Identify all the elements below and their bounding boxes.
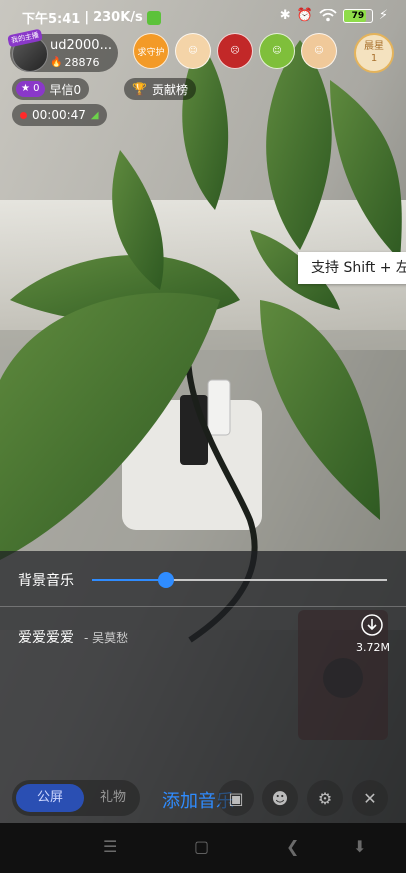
home-icon[interactable]: ▢ xyxy=(194,837,209,856)
viewer-avatar[interactable]: ☺ xyxy=(301,33,337,69)
song-artist: - 吴莫愁 xyxy=(84,631,129,645)
star-icon: ★ xyxy=(21,83,30,94)
live-timer-pill: 00:00:47 ◢ xyxy=(12,104,107,126)
host-score: 🔥 28876 xyxy=(50,56,99,69)
spider-mask-icon: ☹ xyxy=(230,46,240,56)
alarm-icon: ⏰ xyxy=(296,8,313,23)
star-pill[interactable]: ★ 0 早信0 xyxy=(12,78,90,100)
charging-icon: ⚡ xyxy=(378,8,388,23)
star-label: 早信0 xyxy=(49,82,82,97)
app-badge-icon xyxy=(146,10,161,25)
status-bar: 下午5:41 | 230K/s ✱ ⏰ 79 ⚡ xyxy=(0,0,406,34)
gift-tab[interactable]: 礼物 xyxy=(90,784,136,812)
panel-divider xyxy=(0,606,406,607)
contribution-button[interactable]: 🏆 贡献榜 xyxy=(124,78,196,100)
record-dot-icon xyxy=(20,111,27,119)
volume-slider[interactable] xyxy=(92,572,387,588)
mic-icon: ▣ xyxy=(228,788,244,808)
status-separator: | xyxy=(84,10,90,25)
trophy-icon: 🏆 xyxy=(132,82,147,96)
close-icon: ✕ xyxy=(363,788,377,808)
viewer-avatar[interactable]: ☹ xyxy=(217,33,253,69)
gear-icon: ⚙ xyxy=(317,788,333,808)
bluetooth-icon: ✱ xyxy=(279,8,291,23)
public-chat-tab[interactable]: 公屏 xyxy=(16,784,84,812)
guard-label: 求守护 xyxy=(137,47,165,58)
volume-slider-fill xyxy=(92,579,166,581)
file-size: 3.72M xyxy=(356,641,390,654)
download-icon[interactable] xyxy=(361,614,383,636)
volume-slider-thumb[interactable] xyxy=(157,572,174,588)
song-title: 爱爱爱爱 xyxy=(18,630,74,646)
rank-badge[interactable]: 晨星 1 xyxy=(354,33,394,73)
host-card[interactable]: 我的主播 ud2000... 🔥 28876 xyxy=(7,28,118,72)
rank-label: 晨星 xyxy=(364,41,384,52)
viewer-avatar[interactable]: ☺ xyxy=(259,33,295,69)
viewer-list: 求守护 ☺ ☹ ☺ ☺ xyxy=(133,33,337,69)
status-time: 下午5:41 xyxy=(22,12,81,27)
viewer-avatar[interactable]: ☺ xyxy=(175,33,211,69)
live-stream-screen: 下午5:41 | 230K/s ✱ ⏰ 79 ⚡ 我的主播 ud2000... … xyxy=(0,0,406,873)
settings-button[interactable]: ⚙ xyxy=(307,780,343,816)
level-badge: ★ 0 xyxy=(16,81,45,97)
battery-icon: 79 xyxy=(342,8,373,23)
mic-button[interactable]: ▣ xyxy=(218,780,254,816)
close-button[interactable]: ✕ xyxy=(352,780,388,816)
rank-number: 1 xyxy=(370,53,378,64)
straw-hat-icon: ☺ xyxy=(314,46,324,56)
bgm-label: 背景音乐 xyxy=(18,573,74,589)
assistant-icon[interactable]: ⬇ xyxy=(353,837,366,856)
chat-gift-toggle[interactable]: 公屏 礼物 xyxy=(12,780,140,816)
guard-avatar[interactable]: 求守护 xyxy=(133,33,169,69)
flame-icon: 🔥 xyxy=(50,57,63,68)
contribution-label: 贡献榜 xyxy=(151,82,188,97)
live-time: 00:00:47 xyxy=(32,108,86,122)
cartoon-face-icon: ☺ xyxy=(188,46,198,56)
navigation-bar: ☰ ▢ ❮ ⬇ xyxy=(0,823,406,873)
face-icon: ☻ xyxy=(271,788,289,808)
beauty-button[interactable]: ☻ xyxy=(262,780,298,816)
status-net-speed: 230K/s xyxy=(93,10,143,25)
shortcut-tooltip: 支持 Shift + 左 xyxy=(298,252,406,284)
menu-icon[interactable]: ☰ xyxy=(103,837,117,856)
back-icon[interactable]: ❮ xyxy=(286,837,299,856)
host-name: ud2000... xyxy=(50,38,112,53)
wifi-icon xyxy=(319,9,337,22)
status-right: ✱ ⏰ 79 ⚡ xyxy=(280,8,388,23)
battery-percent: 79 xyxy=(351,10,365,21)
signal-icon: ◢ xyxy=(90,109,99,121)
level-value: 0 xyxy=(33,83,40,94)
turtle-face-icon: ☺ xyxy=(272,46,282,56)
status-left: 下午5:41 | 230K/s xyxy=(22,8,161,27)
host-score-value: 28876 xyxy=(64,56,100,69)
